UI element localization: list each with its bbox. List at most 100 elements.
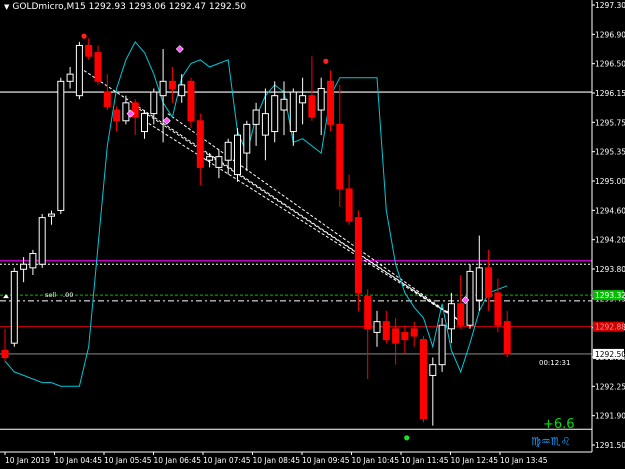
time-tick-label: 10 Jan 09:45 [302, 456, 350, 465]
price-chart[interactable]: 1297.30 1296.90 1296.50 1296.15 1295.75 1295.… [0, 0, 625, 469]
candle-body[interactable] [503, 321, 511, 355]
candle-body[interactable] [20, 263, 28, 270]
sell-label: sell [45, 291, 56, 299]
candle-body[interactable] [168, 80, 176, 89]
candle-body[interactable] [382, 321, 390, 341]
price-tick-label: 1296.15 [595, 89, 625, 98]
candle-body[interactable] [159, 80, 167, 97]
profit-value: +6.6 [543, 417, 575, 432]
time-tick-label: 10 Jan 05:45 [104, 456, 152, 465]
candle-body[interactable] [410, 328, 418, 337]
trendline-2[interactable] [144, 120, 461, 323]
candle-body[interactable] [364, 296, 372, 330]
candle-body[interactable] [234, 134, 241, 176]
candle-body[interactable] [94, 52, 102, 82]
candle-body[interactable] [494, 292, 502, 326]
time-tick-label: 10 Jan 04:45 [55, 456, 103, 465]
signal-diamond-marker [175, 45, 184, 54]
price-tick-label: 1294.60 [595, 206, 625, 215]
ohlc-close: 1292.50 [208, 2, 247, 12]
candle-body[interactable] [438, 324, 446, 366]
candle-body[interactable] [457, 303, 465, 326]
candle-body[interactable] [29, 252, 37, 269]
price-tick-label: 1291.50 [595, 441, 625, 450]
candle-body[interactable] [401, 331, 409, 341]
candle-body[interactable] [85, 44, 93, 57]
candle-body[interactable] [75, 44, 83, 97]
candle-body[interactable] [392, 328, 400, 344]
time-tick-label: 10 Jan 10:45 [352, 456, 400, 465]
sell-arrow-icon [3, 294, 9, 299]
candle-body[interactable] [336, 123, 344, 190]
collapse-triangle-icon[interactable]: ▼ [4, 3, 9, 11]
candle-body[interactable] [475, 267, 483, 301]
price-tick-label: 1294.20 [595, 236, 625, 245]
price-tick-label: 1295.35 [595, 148, 625, 157]
candle-body[interactable] [345, 188, 353, 222]
candle-body[interactable] [466, 270, 474, 326]
ohlc-open: 1292.93 [88, 2, 126, 12]
candle-body[interactable] [261, 113, 269, 136]
candle-body[interactable] [122, 102, 130, 122]
ohlc-low: 1292.47 [168, 2, 206, 12]
time-tick-label: 10 Jan 2019 [5, 456, 50, 465]
time-tick-label: 10 Jan 06:45 [154, 456, 202, 465]
candle-body[interactable] [206, 156, 214, 161]
candle-body[interactable] [327, 80, 334, 125]
trendline-1[interactable] [134, 106, 461, 323]
candle-body[interactable] [224, 141, 232, 161]
time-tick-label: 10 Jan 11:45 [401, 456, 449, 465]
symbol-label: GOLDmicro,M15 [12, 2, 86, 12]
candle-body[interactable] [280, 98, 288, 111]
ohlc-high: 1293.06 [128, 2, 166, 12]
candle-body[interactable] [215, 156, 223, 168]
price-tick-label: 1295.75 [595, 118, 625, 127]
candle-body[interactable] [354, 217, 362, 294]
candle-body[interactable] [196, 120, 204, 168]
brand-glyphs: ♍♒♏♌ [531, 435, 570, 448]
candle-body[interactable] [243, 123, 251, 154]
price-tick-label: 1296.90 [595, 30, 625, 39]
candle-body[interactable] [10, 270, 18, 344]
candle-body[interactable] [1, 349, 9, 359]
time-tick-label: 10 Jan 13:45 [500, 456, 548, 465]
candle-body[interactable] [289, 91, 297, 133]
price-tick-label: 1293.80 [595, 265, 625, 274]
candle-body[interactable] [38, 217, 46, 265]
time-tick-label: 10 Jan 08:45 [253, 456, 301, 465]
signal-diamond-marker [162, 116, 171, 125]
price-tick-label: 1292.25 [595, 382, 625, 391]
candle-body[interactable] [187, 80, 195, 122]
candle-body[interactable] [271, 95, 279, 133]
candle-body[interactable] [317, 87, 325, 111]
candle-body[interactable] [113, 109, 121, 122]
candle-body[interactable] [66, 73, 74, 82]
signal-dot-marker [323, 58, 329, 64]
price-tick-label: 1296.50 [595, 60, 625, 69]
price-tick-label: 1291.90 [595, 412, 625, 421]
candle-body[interactable] [299, 95, 307, 104]
candle-body[interactable] [131, 102, 139, 118]
candle-body[interactable] [150, 91, 158, 115]
bar-timer: 00:12:31 [539, 359, 570, 367]
candle-body[interactable] [178, 84, 186, 97]
chart-header: ▼ GOLDmicro,M15 1292.93 1293.06 1292.47 1… [4, 2, 246, 12]
candle-body[interactable] [420, 339, 427, 419]
chart-window[interactable]: ▼ GOLDmicro,M15 1292.93 1293.06 1292.47 1… [0, 0, 625, 469]
signal-dot-marker [81, 33, 87, 39]
signal-dot-marker [404, 435, 410, 441]
price-tick-label: 1295.00 [595, 177, 625, 186]
trendline-3[interactable] [167, 113, 461, 323]
candle-body[interactable] [141, 113, 148, 133]
candle-body[interactable] [373, 321, 381, 333]
last-price-badge: 1292.50 [595, 350, 625, 359]
candle-body[interactable] [48, 213, 55, 217]
candle-body[interactable] [252, 109, 260, 125]
time-tick-label: 10 Jan 12:45 [451, 456, 499, 465]
candle-body[interactable] [429, 364, 437, 376]
candle-body[interactable] [103, 91, 111, 107]
candle-body[interactable] [308, 95, 316, 118]
candle-body[interactable] [485, 267, 493, 298]
candle-body[interactable] [57, 80, 65, 211]
candle-body[interactable] [447, 303, 455, 330]
